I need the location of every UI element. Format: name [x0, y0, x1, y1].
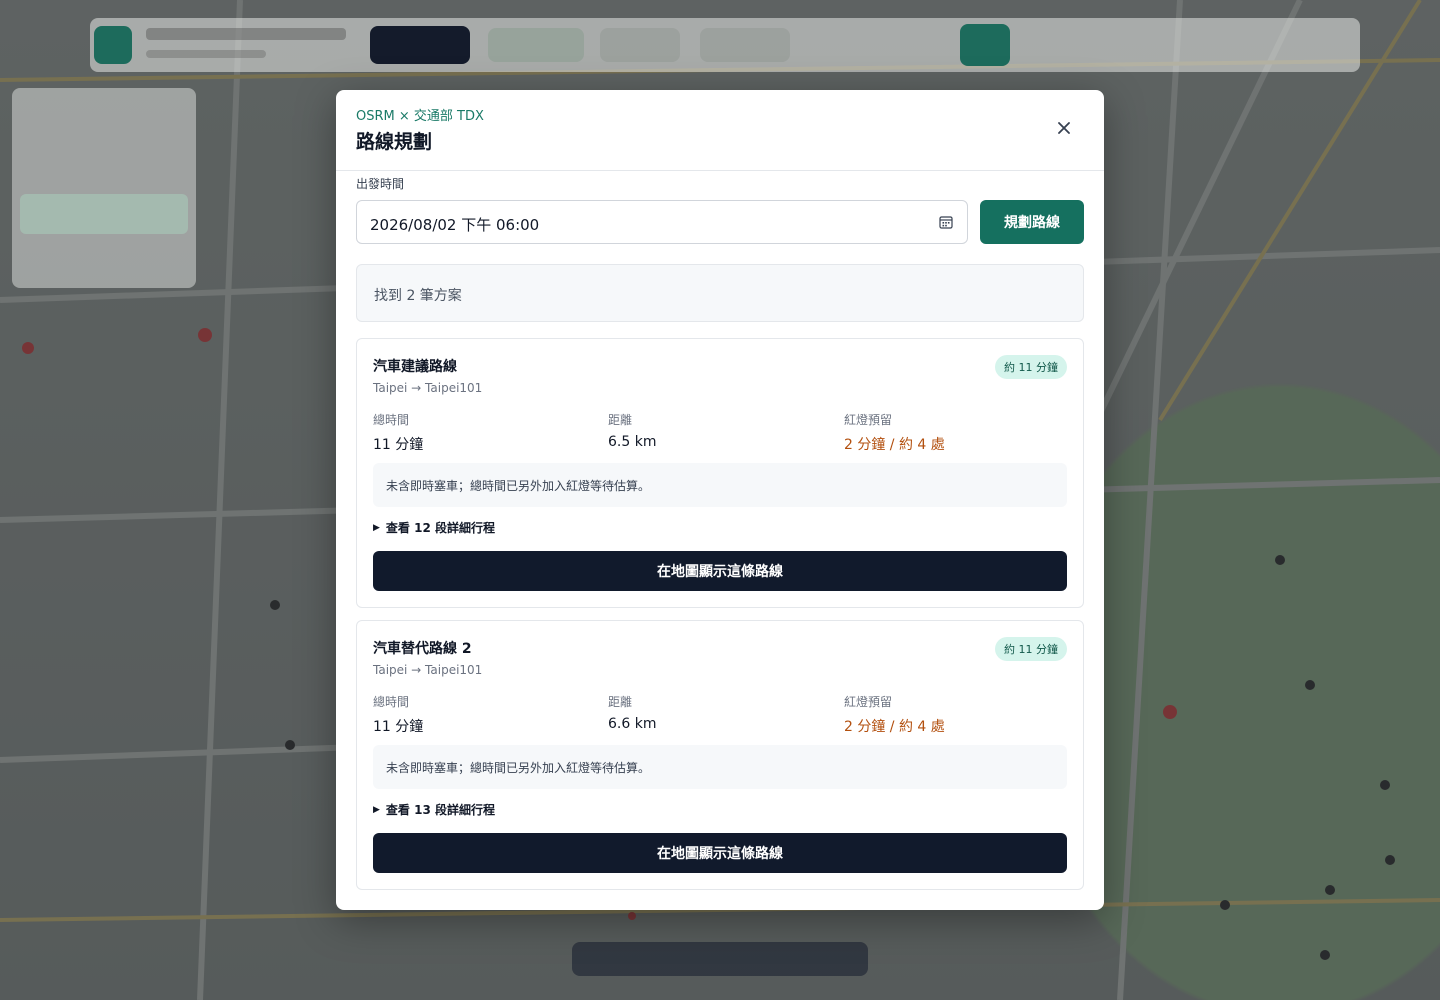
stat-label: 距離: [608, 695, 633, 709]
departure-datetime-input[interactable]: 2026/08/02 下午 06:00: [356, 200, 968, 244]
route-note: 未含即時塞車；總時間已另外加入紅燈等待估算。: [373, 463, 1067, 507]
stat-label: 總時間: [373, 413, 410, 427]
route-card: 汽車替代路線 2 Taipei → Taipei101 約 11 分鐘 總時間 …: [356, 620, 1084, 890]
stat-label: 紅燈預留: [844, 695, 893, 709]
layer-row: [20, 144, 188, 184]
route-name: 汽車替代路線 2: [373, 641, 472, 657]
stat-value: 11 分鐘: [373, 719, 424, 735]
calendar-icon[interactable]: [939, 215, 953, 229]
modal-title: 路線規劃: [356, 131, 433, 153]
route-stat-distance: 距離 6.5 km: [608, 411, 656, 450]
topbar-pill-2: [600, 28, 680, 62]
route-stat-red-light: 紅燈預留 2 分鐘 / 約 4 處: [844, 693, 945, 736]
route-details-label: 查看 13 段詳細行程: [385, 803, 495, 817]
route-details-toggle[interactable]: ▶ 查看 13 段詳細行程: [373, 801, 495, 818]
show-route-on-map-button[interactable]: 在地圖顯示這條路線: [373, 551, 1067, 591]
stat-value: 11 分鐘: [373, 437, 424, 453]
topbar-pill-1: [488, 28, 584, 62]
stat-value: 6.5 km: [608, 434, 657, 450]
route-note: 未含即時塞車；總時間已另外加入紅燈等待估算。: [373, 745, 1067, 789]
app-title-placeholder: [146, 28, 346, 40]
app-logo: [94, 26, 132, 64]
plan-route-button[interactable]: 規劃路線: [980, 200, 1084, 244]
modal-eyebrow: OSRM × 交通部 TDX: [356, 109, 484, 124]
stat-label: 紅燈預留: [844, 413, 893, 427]
stat-label: 距離: [608, 413, 633, 427]
route-stat-total-time: 總時間 11 分鐘: [373, 693, 423, 736]
close-icon: [1058, 122, 1070, 134]
topbar-green-button: [960, 24, 1010, 66]
layer-row: [20, 98, 188, 138]
stat-value: 2 分鐘 / 約 4 處: [844, 437, 945, 453]
departure-datetime-value: 2026/08/02 下午 06:00: [370, 216, 540, 234]
route-details-label: 查看 12 段詳細行程: [385, 521, 495, 535]
app-topbar: [90, 18, 1360, 72]
route-stat-red-light: 紅燈預留 2 分鐘 / 約 4 處: [844, 411, 945, 454]
layer-panel: [12, 88, 196, 288]
topbar-dark-button: [370, 26, 470, 64]
route-details-toggle[interactable]: ▶ 查看 12 段詳細行程: [373, 519, 495, 536]
triangle-right-icon: ▶: [373, 522, 380, 533]
stat-label: 總時間: [373, 695, 410, 709]
app-subtitle-placeholder: [146, 50, 266, 58]
result-summary-text: 找到 2 筆方案: [374, 288, 462, 304]
topbar-pill-3: [700, 28, 790, 62]
show-route-on-map-button[interactable]: 在地圖顯示這條路線: [373, 833, 1067, 873]
modal-header: OSRM × 交通部 TDX 路線規劃: [336, 90, 1104, 171]
route-name: 汽車建議路線: [373, 359, 457, 375]
route-duration-badge: 約 11 分鐘: [995, 355, 1067, 379]
stat-value: 6.6 km: [608, 716, 657, 732]
route-stat-distance: 距離 6.6 km: [608, 693, 656, 732]
route-card: 汽車建議路線 Taipei → Taipei101 約 11 分鐘 總時間 11…: [356, 338, 1084, 608]
triangle-right-icon: ▶: [373, 804, 380, 815]
departure-label: 出發時間: [356, 177, 405, 191]
route-stat-total-time: 總時間 11 分鐘: [373, 411, 423, 454]
route-note-text: 未含即時塞車；總時間已另外加入紅燈等待估算。: [386, 479, 651, 493]
route-from-to: Taipei → Taipei101: [373, 381, 483, 395]
route-note-text: 未含即時塞車；總時間已另外加入紅燈等待估算。: [386, 761, 651, 775]
layer-row-active: [20, 194, 188, 234]
result-summary-box: 找到 2 筆方案: [356, 264, 1084, 322]
route-planning-modal: OSRM × 交通部 TDX 路線規劃 出發時間 2026/08/02 下午 0…: [336, 90, 1104, 910]
map-toast: [572, 942, 868, 976]
route-from-to: Taipei → Taipei101: [373, 663, 483, 677]
close-button[interactable]: [1050, 114, 1078, 142]
stat-value: 2 分鐘 / 約 4 處: [844, 719, 945, 735]
route-duration-badge: 約 11 分鐘: [995, 637, 1067, 661]
layer-row: [20, 242, 188, 282]
